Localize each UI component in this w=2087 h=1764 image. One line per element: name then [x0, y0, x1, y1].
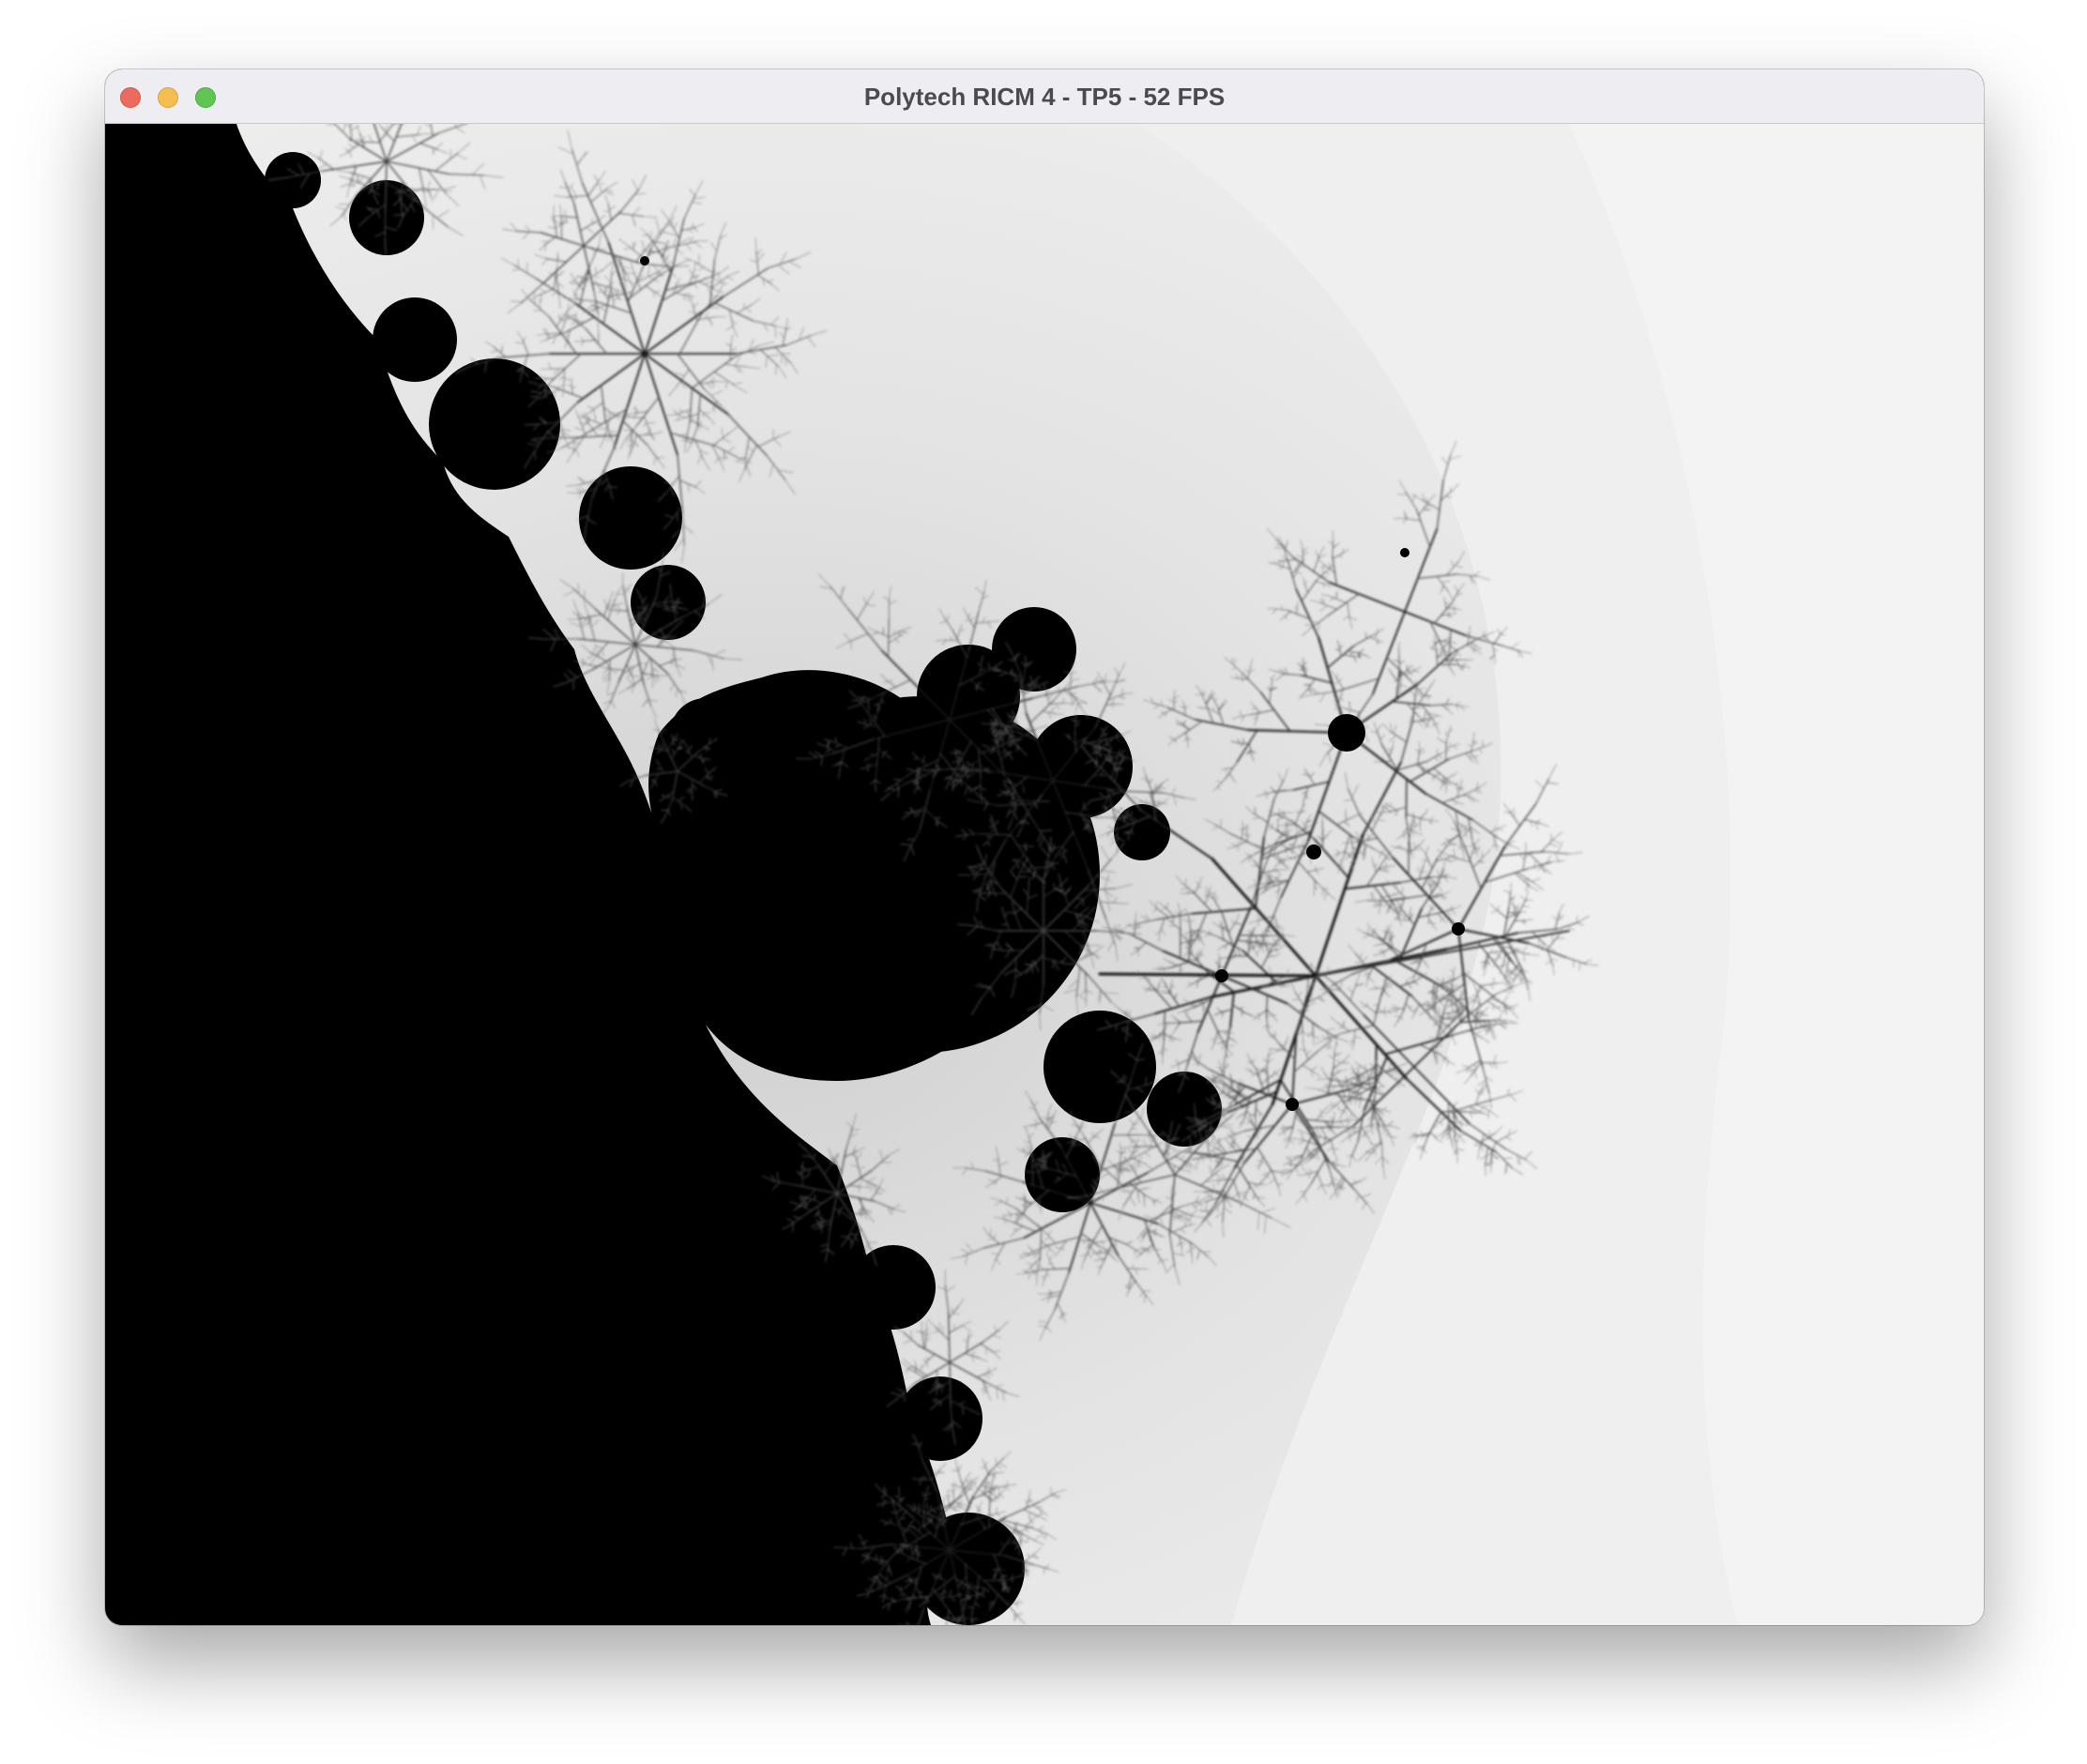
- filament-segment: [1238, 935, 1270, 936]
- filament-segment: [1405, 778, 1408, 819]
- filament-segment: [1179, 911, 1181, 929]
- filament-segment: [1266, 994, 1269, 1018]
- fractal-image: [105, 124, 1984, 1625]
- title-bar[interactable]: Polytech RICM 4 - TP5 - 52 FPS: [105, 69, 1984, 124]
- app-window: Polytech RICM 4 - TP5 - 52 FPS: [105, 69, 1984, 1625]
- window-title: Polytech RICM 4 - TP5 - 52 FPS: [863, 83, 1226, 111]
- filament-segment: [1306, 1126, 1340, 1129]
- fractal-canvas[interactable]: [105, 124, 1984, 1625]
